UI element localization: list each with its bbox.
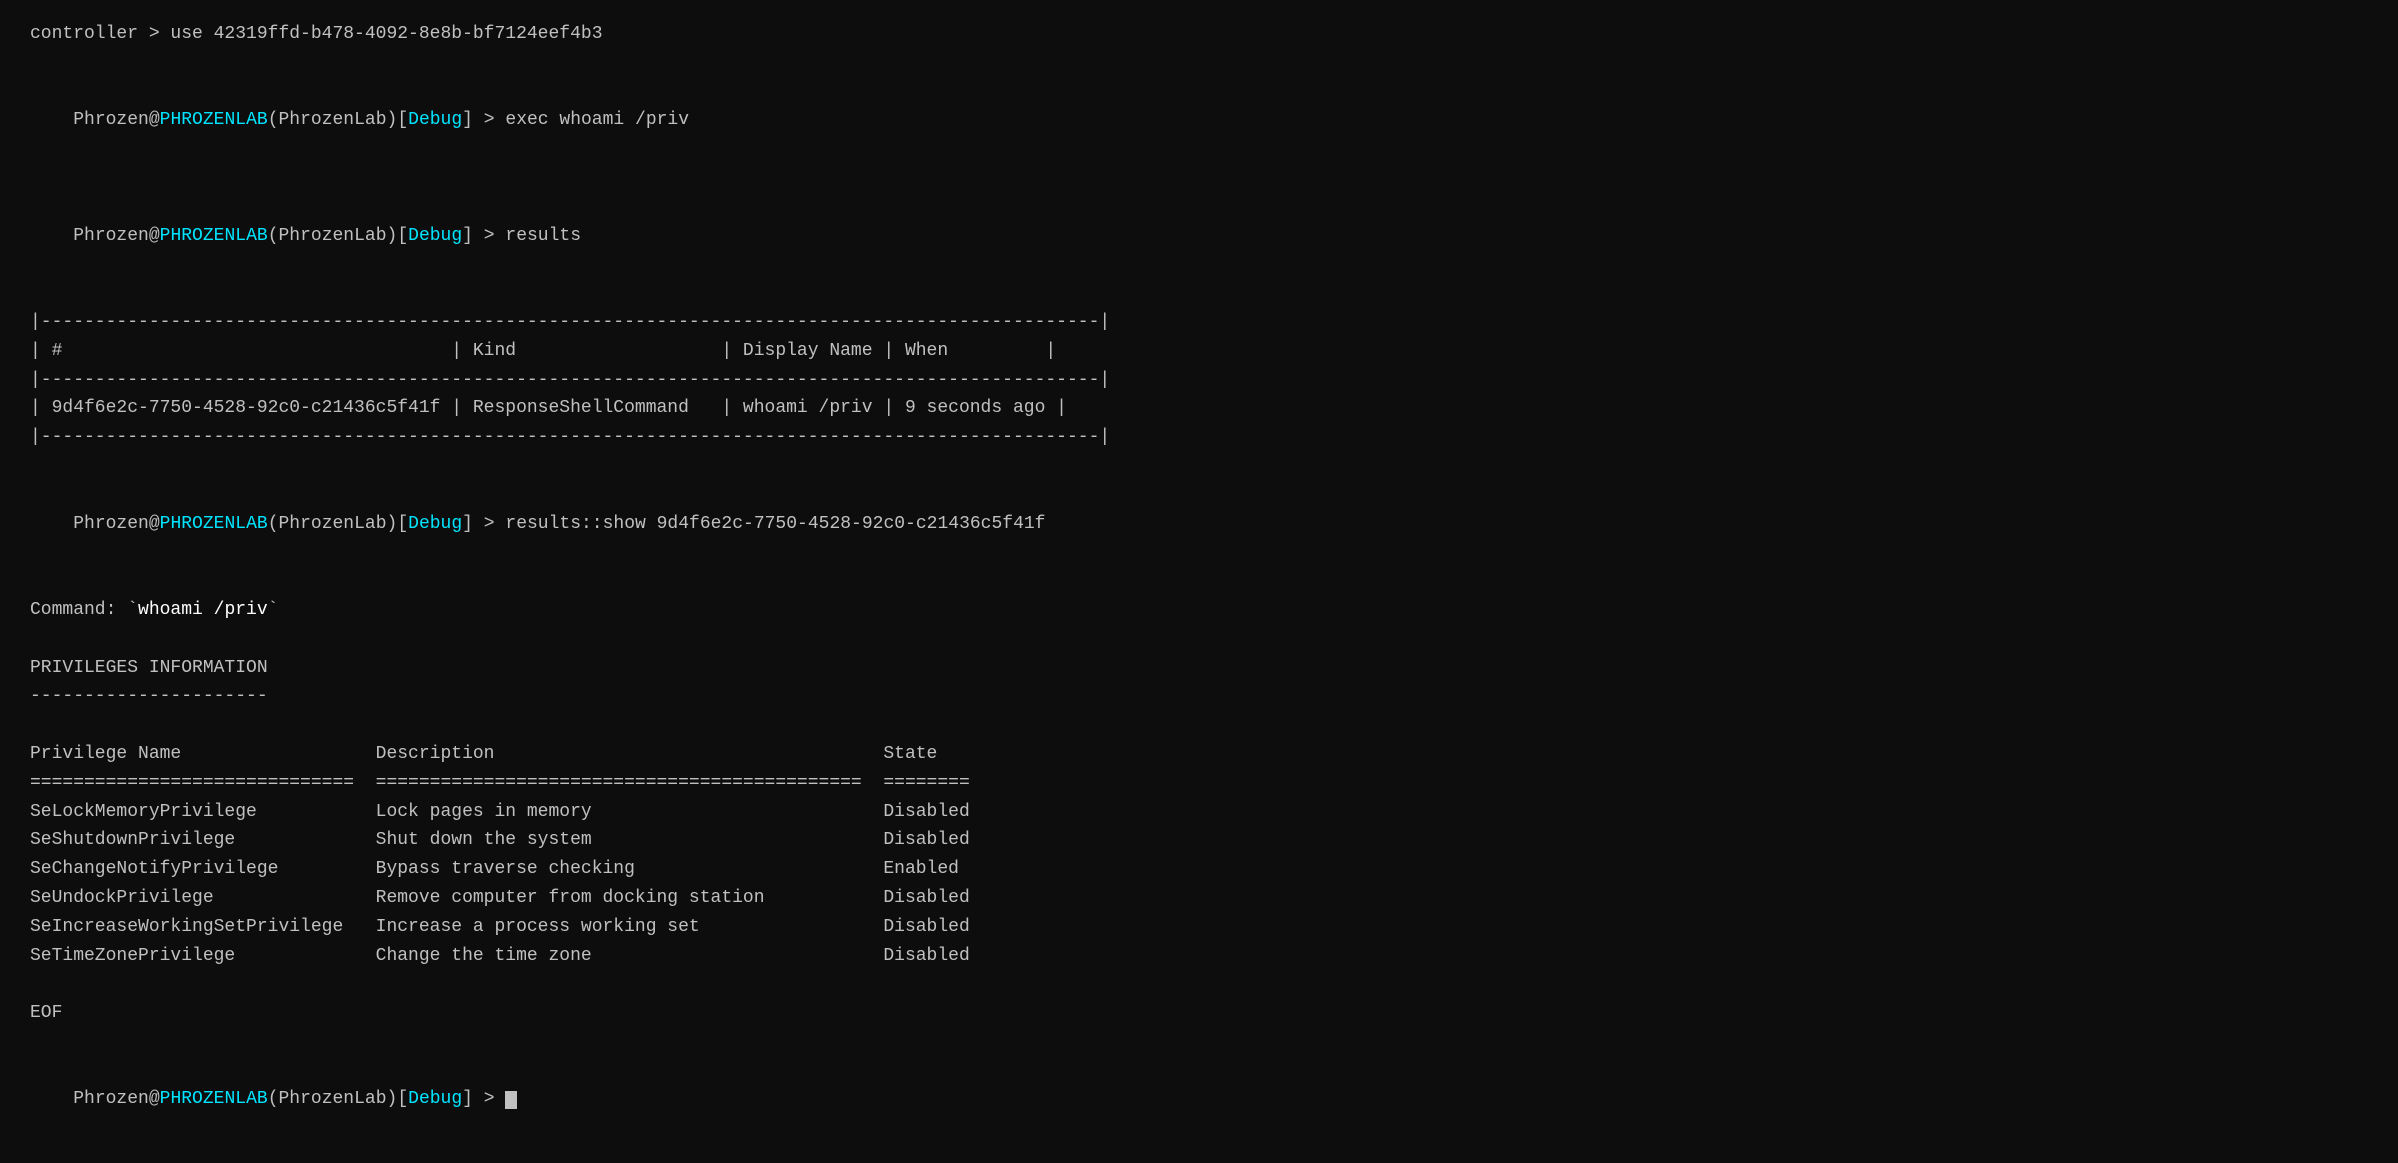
priv-row-4: SeUndockPrivilege Remove computer from d…	[30, 884, 2368, 913]
priv-row-2: SeShutdownPrivilege Shut down the system…	[30, 826, 2368, 855]
prompt-user: Phrozen	[73, 110, 149, 130]
blank-8	[30, 970, 2368, 999]
priv-equals-sep: ============================== =========…	[30, 769, 2368, 798]
blank-3	[30, 279, 2368, 308]
prompt-host: PHROZENLAB	[160, 110, 268, 130]
blank-1	[30, 49, 2368, 78]
blank-6	[30, 625, 2368, 654]
priv-column-header: Privilege Name Description State	[30, 740, 2368, 769]
command-label-line: Command: `whoami /priv`	[30, 596, 2368, 625]
terminal-cursor	[505, 1091, 517, 1109]
blank-2	[30, 164, 2368, 193]
exec-command: exec whoami /priv	[505, 110, 689, 130]
exec-prompt-line: Phrozen@PHROZENLAB(PhrozenLab)[Debug] > …	[30, 78, 2368, 164]
command-text: whoami /priv	[138, 600, 268, 620]
table-data-row: | 9d4f6e2c-7750-4528-92c0-c21436c5f41f |…	[30, 394, 2368, 423]
results-command: results	[505, 226, 581, 246]
priv-row-3: SeChangeNotifyPrivilege Bypass traverse …	[30, 855, 2368, 884]
priv-info-title: PRIVILEGES INFORMATION	[30, 654, 2368, 683]
results-show-line: Phrozen@PHROZENLAB(PhrozenLab)[Debug] > …	[30, 481, 2368, 567]
priv-info-sep: ----------------------	[30, 682, 2368, 711]
table-border-mid: |---------------------------------------…	[30, 366, 2368, 395]
blank-9	[30, 1028, 2368, 1057]
table-border-top: |---------------------------------------…	[30, 308, 2368, 337]
blank-7	[30, 711, 2368, 740]
results-prompt-line: Phrozen@PHROZENLAB(PhrozenLab)[Debug] > …	[30, 193, 2368, 279]
table-header-row: | # | Kind | Display Name | When |	[30, 337, 2368, 366]
eof-line: EOF	[30, 999, 2368, 1028]
blank-5	[30, 567, 2368, 596]
results-show-command: results::show 9d4f6e2c-7750-4528-92c0-c2…	[505, 514, 1045, 534]
controller-line: controller > use 42319ffd-b478-4092-8e8b…	[30, 20, 2368, 49]
final-prompt-line: Phrozen@PHROZENLAB(PhrozenLab)[Debug] >	[30, 1057, 2368, 1143]
priv-row-5: SeIncreaseWorkingSetPrivilege Increase a…	[30, 913, 2368, 942]
terminal: controller > use 42319ffd-b478-4092-8e8b…	[30, 20, 2368, 1143]
priv-row-1: SeLockMemoryPrivilege Lock pages in memo…	[30, 798, 2368, 827]
priv-row-6: SeTimeZonePrivilege Change the time zone…	[30, 942, 2368, 971]
blank-4	[30, 452, 2368, 481]
table-border-bottom: |---------------------------------------…	[30, 423, 2368, 452]
prompt-debug: Debug	[408, 110, 462, 130]
